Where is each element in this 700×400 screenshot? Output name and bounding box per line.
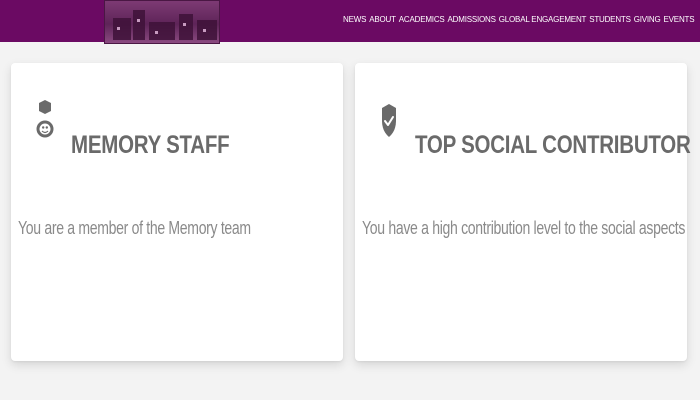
nav-about[interactable]: ABOUT — [369, 15, 396, 24]
nav-students[interactable]: STUDENTS — [589, 15, 631, 24]
badge-card-memory-staff: MEMORY STAFF You are a member of the Mem… — [11, 63, 343, 361]
building-shape — [133, 10, 145, 40]
building-shape — [197, 20, 217, 40]
building-shape — [179, 14, 193, 40]
window-shape — [137, 19, 140, 22]
nav-news[interactable]: NEWS — [343, 15, 366, 24]
window-shape — [155, 31, 158, 34]
nav-academics[interactable]: ACADEMICS — [399, 15, 445, 24]
window-shape — [117, 27, 120, 30]
campus-banner-logo[interactable] — [104, 0, 220, 44]
window-shape — [203, 29, 206, 32]
badge-description: You have a high contribution level to th… — [362, 218, 686, 238]
window-shape — [183, 23, 186, 26]
badge-title: TOP SOCIAL CONTRIBUTOR — [415, 131, 691, 159]
nav-events[interactable]: EVENTS — [664, 15, 695, 24]
shield-check-icon — [380, 99, 398, 145]
nav-admissions[interactable]: ADMISSIONS — [448, 15, 496, 24]
badge-title: MEMORY STAFF — [71, 131, 230, 159]
main-nav: NEWS ABOUT ACADEMICS ADMISSIONS GLOBAL E… — [343, 15, 695, 24]
building-shape — [149, 22, 175, 40]
badge-card-top-social-contributor: TOP SOCIAL CONTRIBUTOR You have a high c… — [355, 63, 691, 361]
building-shape — [113, 18, 131, 40]
nav-global-engagement[interactable]: GLOBAL ENGAGEMENT — [499, 15, 587, 24]
top-navigation-bar: NEWS ABOUT ACADEMICS ADMISSIONS GLOBAL E… — [0, 0, 700, 44]
badge-description: You are a member of the Memory team — [18, 218, 251, 238]
nav-giving[interactable]: GIVING — [634, 15, 661, 24]
memory-badge-icon — [36, 99, 54, 145]
